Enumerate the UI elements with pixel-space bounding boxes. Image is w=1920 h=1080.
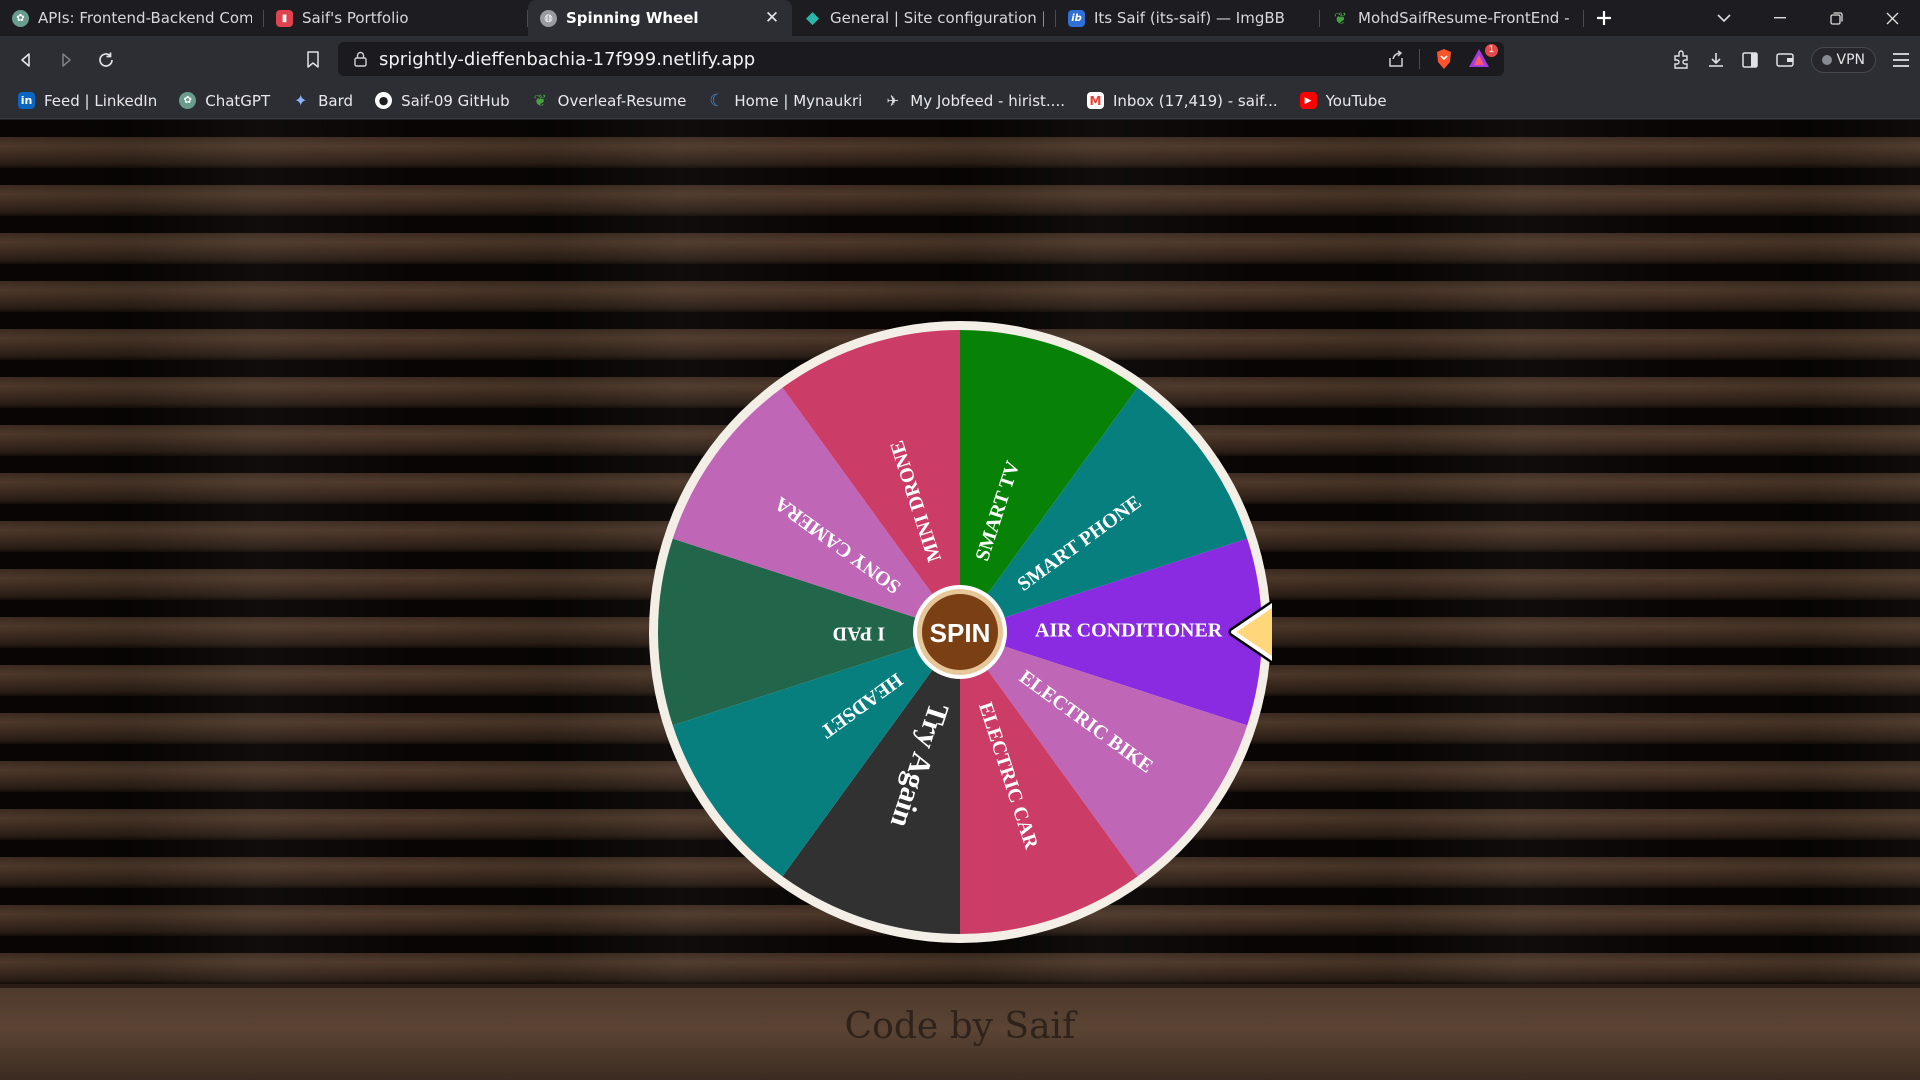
bookmark-linkedin[interactable]: in Feed | LinkedIn — [18, 92, 157, 110]
rewards-badge: 1 — [1485, 44, 1498, 57]
wallet-icon[interactable] — [1775, 51, 1795, 69]
tab-separator — [1583, 10, 1584, 27]
bookmark-label: Home | Mynaukri — [734, 91, 863, 110]
back-arrow-icon — [21, 52, 30, 67]
tab-search-button[interactable] — [1696, 0, 1752, 36]
chatgpt-icon: ✿ — [12, 9, 29, 27]
spin-button[interactable]: SPIN — [913, 585, 1007, 679]
globe-icon: ◍ — [540, 9, 557, 27]
menu-icon[interactable] — [1892, 52, 1910, 68]
overleaf-icon: ❦ — [1333, 8, 1348, 28]
toolbar-right-tools: VPN — [1671, 36, 1911, 83]
browser-toolbar: sprightly-dieffenbachia-17f999.netlify.a… — [0, 36, 1920, 83]
forward-button[interactable] — [46, 40, 86, 80]
tab-title: MohdSaifResume-FrontEnd - On — [1358, 9, 1572, 27]
tab-overleaf[interactable]: ❦ MohdSaifResume-FrontEnd - On — [1320, 0, 1584, 36]
reload-button[interactable] — [86, 40, 126, 80]
chevron-down-icon — [1717, 13, 1731, 22]
vpn-button[interactable]: VPN — [1810, 46, 1876, 73]
tab-portfolio[interactable]: ▮ Saif's Portfolio — [264, 0, 528, 36]
bookmark-label: Overleaf-Resume — [557, 91, 687, 110]
bookmark-hirist[interactable]: ✈ My Jobfeed - hirist.... — [884, 92, 1065, 110]
tab-netlify[interactable]: ◆ General | Site configuration | cyn — [792, 0, 1056, 36]
github-icon: ● — [375, 92, 393, 109]
page-content: Code by Saif SMART TV SMART PHONE AIR COND… — [0, 120, 1920, 1080]
bookmark-label: ChatGPT — [205, 91, 271, 110]
portfolio-icon: ▮ — [276, 9, 293, 27]
bookmark-bard[interactable]: ✦ Bard — [292, 91, 354, 110]
bookmark-page-button[interactable] — [293, 40, 333, 80]
tab-title: General | Site configuration | cyn — [830, 9, 1044, 27]
hirist-icon: ✈ — [886, 91, 900, 110]
footer-credit: Code by Saif — [844, 1006, 1076, 1047]
minimize-icon — [1774, 17, 1786, 19]
restore-button[interactable] — [1808, 0, 1864, 36]
brave-shield-icon[interactable] — [1434, 48, 1454, 70]
lock-icon — [354, 51, 367, 67]
bookmarks-bar: in Feed | LinkedIn ✿ ChatGPT ✦ Bard ● Sa… — [0, 83, 1920, 119]
plus-icon — [1597, 11, 1611, 25]
bookmark-label: Feed | LinkedIn — [44, 91, 158, 110]
bookmark-chatgpt[interactable]: ✿ ChatGPT — [179, 92, 270, 110]
tab-title: APIs: Frontend-Backend Commun — [38, 9, 252, 27]
linkedin-icon: in — [18, 92, 35, 109]
brave-rewards-button[interactable]: 1 — [1468, 44, 1498, 70]
chatgpt-icon: ✿ — [179, 92, 197, 109]
bookmark-label: YouTube — [1325, 91, 1387, 110]
close-window-button[interactable] — [1864, 0, 1920, 36]
forward-arrow-icon — [62, 52, 71, 67]
back-button[interactable] — [6, 40, 46, 80]
naukri-icon: ☾ — [709, 90, 725, 111]
close-icon[interactable]: ✕ — [764, 10, 780, 27]
wheel-segment-label: AIR CONDITIONER — [1035, 620, 1223, 642]
tab-title: Saif's Portfolio — [302, 9, 409, 27]
bookmark-label: Bard — [318, 91, 354, 110]
tab-imgbb[interactable]: ib Its Saif (its-saif) — ImgBB — [1056, 0, 1320, 36]
sidebar-icon[interactable] — [1741, 51, 1759, 69]
tab-title: Its Saif (its-saif) — ImgBB — [1094, 9, 1285, 27]
bookmark-gmail[interactable]: M Inbox (17,419) - saif... — [1086, 91, 1278, 110]
bard-icon: ✦ — [293, 91, 308, 110]
wheel-segment-label: I PAD — [833, 622, 885, 644]
restore-icon — [1829, 11, 1843, 25]
address-bar[interactable]: sprightly-dieffenbachia-17f999.netlify.a… — [338, 42, 1504, 76]
youtube-icon: ▶ — [1299, 92, 1317, 109]
new-tab-button[interactable] — [1584, 0, 1624, 36]
bookmark-label: Saif-09 GitHub — [401, 91, 510, 110]
spin-button-label: SPIN — [930, 618, 991, 648]
close-icon — [1886, 12, 1898, 24]
gmail-icon: M — [1086, 92, 1104, 109]
share-icon[interactable] — [1387, 50, 1405, 68]
netlify-icon: ◆ — [805, 8, 820, 28]
bookmark-overleaf[interactable]: ❦ Overleaf-Resume — [532, 91, 687, 110]
bookmark-label: My Jobfeed - hirist.... — [910, 91, 1065, 110]
vpn-status-icon — [1821, 54, 1832, 65]
url-text: sprightly-dieffenbachia-17f999.netlify.a… — [379, 48, 756, 70]
window-controls — [1696, 0, 1920, 36]
vpn-label: VPN — [1836, 51, 1866, 68]
bookmark-label: Inbox (17,419) - saif... — [1112, 91, 1278, 110]
bookmark-naukri[interactable]: ☾ Home | Mynaukri — [708, 90, 863, 111]
address-bar-actions: 1 — [1387, 44, 1504, 70]
extensions-icon[interactable] — [1671, 49, 1691, 70]
spinning-wheel: SMART TVSMART PHONEAIR CONDITIONERELECTR… — [649, 321, 1272, 943]
tab-spinning-wheel[interactable]: ◍ Spinning Wheel ✕ — [528, 0, 792, 36]
bookmark-github[interactable]: ● Saif-09 GitHub — [375, 92, 510, 110]
tab-apis[interactable]: ✿ APIs: Frontend-Backend Commun — [0, 0, 264, 36]
tab-strip: ✿ APIs: Frontend-Backend Commun ▮ Saif's… — [0, 0, 1920, 36]
overleaf-icon: ❦ — [533, 91, 547, 110]
bookmark-youtube[interactable]: ▶ YouTube — [1299, 91, 1387, 110]
imgbb-icon: ib — [1068, 9, 1085, 27]
download-icon[interactable] — [1707, 51, 1725, 69]
bookmark-icon — [307, 51, 319, 68]
divider — [1419, 49, 1420, 69]
minimize-button[interactable] — [1752, 0, 1808, 36]
tab-title: Spinning Wheel — [566, 9, 699, 27]
reload-icon — [99, 52, 113, 67]
